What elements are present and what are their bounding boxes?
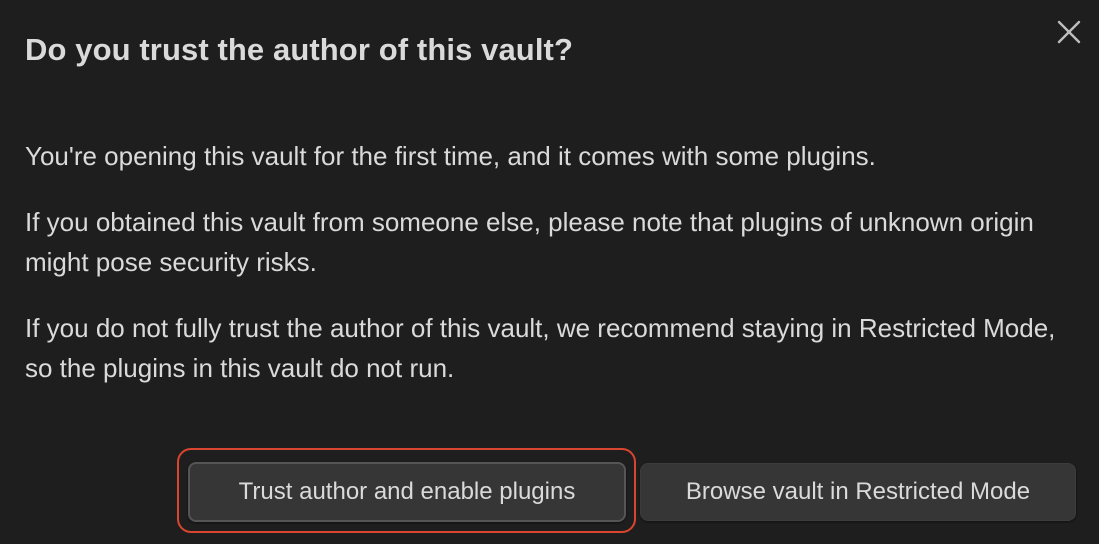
paragraph-security-risk: If you obtained this vault from someone … xyxy=(25,207,1034,277)
restricted-mode-button[interactable]: Browse vault in Restricted Mode xyxy=(640,463,1076,521)
paragraph-restricted-mode: If you do not fully trust the author of … xyxy=(25,313,1056,383)
close-button[interactable] xyxy=(1053,16,1085,48)
trust-author-dialog: Do you trust the author of this vault? Y… xyxy=(0,0,1099,544)
paragraph-first-time: You're opening this vault for the first … xyxy=(25,141,876,171)
close-icon xyxy=(1057,20,1081,44)
trust-author-button[interactable]: Trust author and enable plugins xyxy=(188,462,626,522)
dialog-body: You're opening this vault for the first … xyxy=(25,136,1065,414)
dialog-title: Do you trust the author of this vault? xyxy=(25,32,574,67)
